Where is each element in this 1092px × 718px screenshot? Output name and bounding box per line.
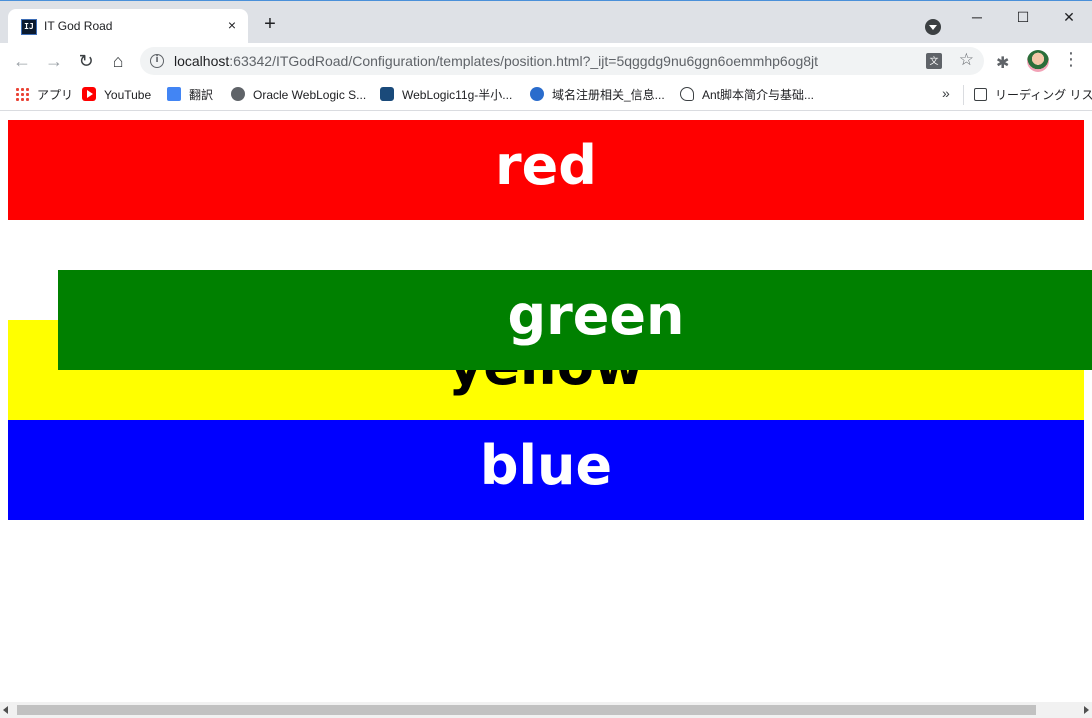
bookmark-translate[interactable]: 翻訳 bbox=[167, 87, 213, 103]
close-window-button[interactable]: ✕ bbox=[1046, 5, 1092, 29]
forward-button[interactable]: → bbox=[42, 49, 66, 73]
bookmark-star-icon[interactable]: ☆ bbox=[959, 50, 974, 70]
url-text[interactable]: localhost:63342/ITGodRoad/Configuration/… bbox=[174, 53, 818, 69]
browser-toolbar: ← → ↻ ⌂ i localhost:63342/ITGodRoad/Conf… bbox=[0, 43, 1092, 79]
bookmark-weblogic11g[interactable]: WebLogic11g-半小... bbox=[380, 87, 512, 103]
blue-box: blue bbox=[8, 420, 1084, 520]
bookmark-apps[interactable]: アプリ bbox=[15, 87, 73, 103]
bookmark-oracle-weblogic[interactable]: Oracle WebLogic S... bbox=[231, 87, 366, 103]
red-box: red bbox=[8, 120, 1084, 220]
scroll-right-arrow-icon[interactable] bbox=[1084, 706, 1089, 714]
site-info-icon[interactable]: i bbox=[150, 54, 164, 68]
bookmark-ant-script[interactable]: Ant脚本简介与基础... bbox=[680, 87, 814, 103]
intellij-favicon-icon: IJ bbox=[21, 19, 37, 35]
home-button[interactable]: ⌂ bbox=[106, 49, 130, 73]
scroll-left-arrow-icon[interactable] bbox=[3, 706, 8, 714]
active-tab[interactable]: IJ IT God Road × bbox=[8, 9, 248, 44]
new-tab-button[interactable]: + bbox=[260, 14, 280, 34]
bookmarks-overflow-button[interactable]: » bbox=[942, 85, 950, 101]
tab-strip: IJ IT God Road × + ─ ☐ ✕ bbox=[0, 0, 1092, 44]
horizontal-scrollbar[interactable] bbox=[0, 702, 1092, 718]
extensions-icon[interactable]: ✱ bbox=[996, 53, 1009, 73]
youtube-icon bbox=[82, 87, 96, 101]
bookmark-youtube[interactable]: YouTube bbox=[82, 87, 151, 103]
reading-list-icon bbox=[974, 88, 987, 101]
back-button[interactable]: ← bbox=[10, 49, 34, 73]
tab-close-icon[interactable]: × bbox=[224, 17, 240, 33]
bookmarks-bar: アプリ YouTube 翻訳 Oracle WebLogic S... WebL… bbox=[0, 79, 1092, 111]
globe-icon bbox=[231, 87, 245, 101]
page-viewport: red yellow green blue bbox=[0, 112, 1092, 702]
reading-list-button[interactable]: リーディング リスト bbox=[974, 87, 1092, 103]
bookmark-label: 翻訳 bbox=[189, 88, 214, 102]
bookmark-label: 域名注册相关_信息... bbox=[552, 88, 665, 102]
bookmark-label: Ant脚本简介与基础... bbox=[702, 88, 815, 102]
reading-list-label: リーディング リスト bbox=[995, 88, 1092, 102]
bookmark-label: アプリ bbox=[37, 88, 74, 102]
scrollbar-thumb[interactable] bbox=[17, 705, 1036, 715]
ant-icon bbox=[680, 87, 694, 101]
bookmark-domain-info[interactable]: 域名注册相关_信息... bbox=[530, 87, 665, 103]
url-host: localhost bbox=[174, 53, 230, 69]
bookmark-label: YouTube bbox=[104, 88, 152, 102]
bookmark-label: Oracle WebLogic S... bbox=[253, 88, 367, 102]
profile-avatar[interactable] bbox=[1027, 50, 1049, 72]
apps-grid-icon bbox=[15, 87, 29, 101]
google-translate-icon bbox=[167, 87, 181, 101]
bookmarks-divider bbox=[963, 85, 964, 105]
bookmark-label: WebLogic11g-半小... bbox=[402, 88, 513, 102]
weblogic-icon bbox=[380, 87, 394, 101]
green-box: green bbox=[58, 270, 1092, 370]
tab-search-icon[interactable] bbox=[925, 19, 941, 35]
minimize-button[interactable]: ─ bbox=[954, 5, 1000, 29]
translate-icon[interactable]: 文 bbox=[926, 53, 942, 69]
maximize-button[interactable]: ☐ bbox=[1000, 5, 1046, 29]
vs-icon bbox=[530, 87, 544, 101]
url-path: :63342/ITGodRoad/Configuration/templates… bbox=[229, 53, 819, 69]
tab-title: IT God Road bbox=[44, 19, 113, 33]
reload-button[interactable]: ↻ bbox=[74, 49, 98, 73]
menu-icon[interactable]: ⋮ bbox=[1062, 49, 1080, 70]
address-bar[interactable]: i localhost:63342/ITGodRoad/Configuratio… bbox=[140, 47, 984, 75]
